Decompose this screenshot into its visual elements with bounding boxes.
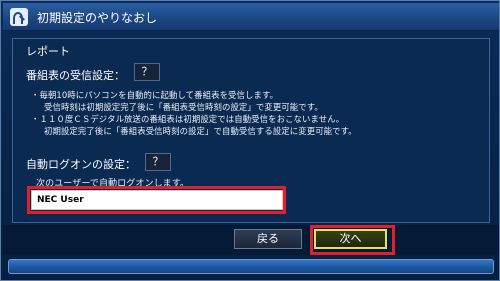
- epg-line-2: 受信時刻は初期設定完了後に「番組表受信時刻の設定」で変更可能です。: [44, 102, 323, 112]
- user-field-highlight: [27, 186, 286, 214]
- back-button[interactable]: 戻る: [234, 229, 302, 249]
- epg-line-4: 初期設定完了後に「番組表受信時刻の設定」で自動受信する設定に変更可能です。: [44, 126, 357, 136]
- epg-setting-label: 番組表の受信設定：: [26, 69, 125, 82]
- setup-wrench-icon: [10, 8, 28, 26]
- setup-window: 初期設定のやりなおし レポート 番組表の受信設定： ？ ・毎朝10時にパソコンを…: [0, 0, 500, 281]
- bottom-status-bar: [8, 259, 494, 274]
- autologon-help-button[interactable]: ？: [145, 153, 171, 171]
- report-panel: レポート 番組表の受信設定： ？ ・毎朝10時にパソコンを自動的に起動して番組表…: [12, 38, 490, 223]
- title-bar: 初期設定のやりなおし: [3, 3, 499, 31]
- epg-line-1: ・毎朝10時にパソコンを自動的に起動して番組表を受信します。: [31, 90, 279, 100]
- autologon-setting-label: 自動ログオンの設定：: [26, 158, 136, 171]
- next-button-highlight: [310, 225, 395, 255]
- epg-help-button[interactable]: ？: [134, 63, 160, 81]
- report-heading: レポート: [26, 45, 70, 58]
- window-title: 初期設定のやりなおし: [37, 11, 158, 25]
- epg-line-3: ・１１０度ＣＳデジタル放送の番組表は初期設定では自動受信をおこないません。: [31, 114, 345, 124]
